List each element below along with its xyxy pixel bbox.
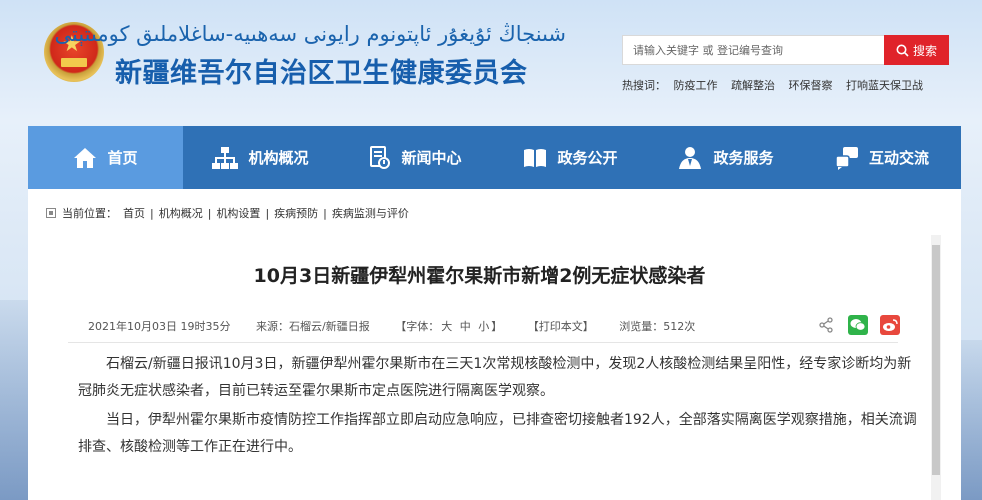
font-small-link[interactable]: 小 bbox=[478, 320, 489, 333]
breadcrumb-item[interactable]: 疾病预防 bbox=[274, 205, 318, 221]
weibo-icon[interactable] bbox=[880, 315, 900, 335]
hot-word-link[interactable]: 防疫工作 bbox=[674, 79, 718, 92]
breadcrumb-item[interactable]: 机构概况 bbox=[159, 205, 203, 221]
hot-word-link[interactable]: 环保督察 bbox=[789, 79, 833, 92]
publish-date: 2021年10月03日 19时35分 bbox=[88, 320, 231, 333]
search-button[interactable]: 搜索 bbox=[884, 35, 949, 65]
location-icon bbox=[46, 208, 56, 218]
search-input[interactable] bbox=[623, 36, 883, 64]
breadcrumb-item[interactable]: 疾病监测与评价 bbox=[332, 205, 409, 221]
nav-item-home[interactable]: 首页 bbox=[28, 126, 183, 189]
news-icon bbox=[370, 145, 391, 169]
divider bbox=[68, 342, 898, 343]
article-paragraph: 当日，伊犁州霍尔果斯市疫情防控工作指挥部立即启动应急响应，已排查密切接触者192… bbox=[78, 412, 917, 455]
hot-word-link[interactable]: 打响蓝天保卫战 bbox=[846, 79, 923, 92]
nav-item-label: 机构概况 bbox=[248, 149, 309, 167]
background-decoration-left bbox=[0, 300, 28, 500]
org-chart-icon bbox=[212, 146, 239, 169]
nav-item-label: 首页 bbox=[107, 149, 138, 167]
breadcrumb: 当前位置： 首页 | 机构概况 | 机构设置 | 疾病预防 | 疾病监测与评价 bbox=[46, 205, 409, 221]
breadcrumb-item[interactable]: 机构设置 bbox=[216, 205, 260, 221]
nav-item-interaction[interactable]: 互动交流 bbox=[803, 126, 961, 189]
scrollbar[interactable] bbox=[931, 235, 941, 500]
breadcrumb-item[interactable]: 首页 bbox=[123, 205, 145, 221]
home-icon bbox=[74, 147, 97, 168]
person-service-icon bbox=[679, 146, 702, 169]
nav-item-label: 政务公开 bbox=[557, 149, 618, 167]
article-title: 10月3日新疆伊犁州霍尔果斯市新增2例无症状感染者 bbox=[253, 265, 706, 287]
nav-item-public[interactable]: 政务公开 bbox=[493, 126, 648, 189]
nav-item-label: 政务服务 bbox=[713, 149, 774, 167]
background-decoration-right bbox=[960, 340, 982, 500]
wechat-icon[interactable] bbox=[848, 315, 868, 335]
share-bar bbox=[816, 315, 900, 335]
nav-item-org[interactable]: 机构概况 bbox=[183, 126, 338, 189]
site-title: 新疆维吾尔自治区卫生健康委员会 bbox=[115, 58, 528, 89]
article-body: 石榴云/新疆日报讯10月3日，新疆伊犁州霍尔果斯市在三天1次常规核酸检测中，发现… bbox=[78, 351, 918, 463]
font-medium-link[interactable]: 中 bbox=[460, 320, 471, 333]
search-box bbox=[622, 35, 884, 65]
hot-words-label: 热搜词： bbox=[622, 79, 666, 92]
interaction-icon bbox=[835, 146, 858, 170]
nav-item-label: 互动交流 bbox=[868, 149, 929, 167]
main-content: 当前位置： 首页 | 机构概况 | 机构设置 | 疾病预防 | 疾病监测与评价 … bbox=[28, 189, 961, 500]
book-icon bbox=[524, 148, 547, 167]
main-nav: 首页 机构概况 新闻中心 政务公开 政务服务 互动交流 bbox=[28, 126, 961, 189]
site-header: ★ شىنجاڭ ئۇيغۇر ئاپتونوم رايونى سەھىيە-س… bbox=[0, 0, 982, 125]
article-paragraph: 石榴云/新疆日报讯10月3日，新疆伊犁州霍尔果斯市在三天1次常规核酸检测中，发现… bbox=[78, 356, 912, 399]
search-icon bbox=[896, 44, 909, 57]
hot-words: 热搜词： 防疫工作 疏解整治 环保督察 打响蓝天保卫战 bbox=[622, 77, 933, 93]
print-link[interactable]: 【打印本文】 bbox=[528, 320, 594, 333]
nav-item-news[interactable]: 新闻中心 bbox=[338, 126, 493, 189]
breadcrumb-label: 当前位置： bbox=[62, 207, 117, 220]
share-icon[interactable] bbox=[816, 315, 836, 335]
site-title-uyghur: شىنجاڭ ئۇيغۇر ئاپتونوم رايونى سەھىيە-ساغ… bbox=[54, 22, 566, 46]
search-button-label: 搜索 bbox=[912, 43, 937, 58]
hot-word-link[interactable]: 疏解整治 bbox=[731, 79, 775, 92]
nav-item-service[interactable]: 政务服务 bbox=[648, 126, 803, 189]
nav-item-label: 新闻中心 bbox=[401, 149, 462, 167]
article-source: 来源：石榴云/新疆日报 bbox=[255, 320, 370, 333]
font-large-link[interactable]: 大 bbox=[441, 320, 452, 333]
font-size-control: 【字体：大 中 小】 bbox=[395, 320, 503, 333]
article-meta: 2021年10月03日 19时35分 来源：石榴云/新疆日报 【字体：大 中 小… bbox=[88, 318, 717, 334]
scrollbar-thumb[interactable] bbox=[932, 245, 940, 475]
view-count: 浏览量：512次 bbox=[619, 320, 696, 333]
